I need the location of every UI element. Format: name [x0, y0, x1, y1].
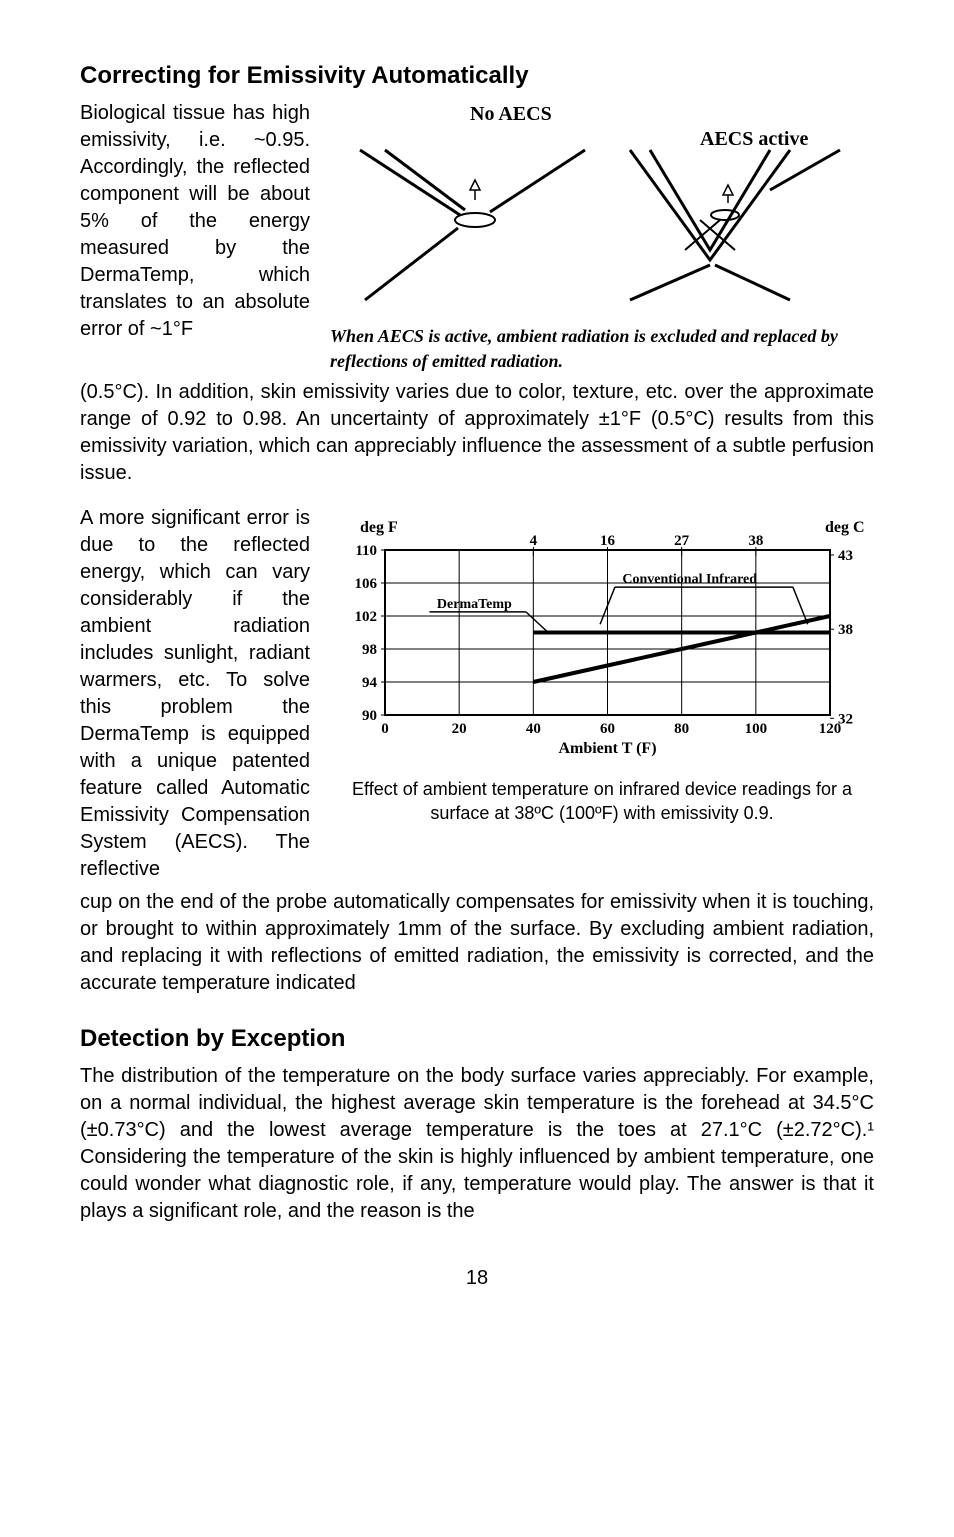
- page-number: 18: [80, 1265, 874, 1292]
- fig-label-aecs: AECS active: [700, 128, 808, 150]
- diagram-no-aecs: [360, 150, 585, 300]
- chart-caption: Effect of ambient temperature on infrare…: [330, 777, 874, 826]
- svg-text:32: 32: [838, 711, 853, 727]
- svg-text:4: 4: [530, 533, 538, 549]
- svg-text:0: 0: [381, 721, 389, 737]
- paragraph-left-1: Biological tissue has high emissivity, i…: [80, 100, 310, 373]
- fig-caption: When AECS is active, ambient radiation i…: [330, 324, 874, 373]
- svg-text:100: 100: [745, 721, 768, 737]
- svg-text:DermaTemp: DermaTemp: [437, 597, 512, 612]
- svg-text:106: 106: [355, 576, 378, 592]
- svg-text:98: 98: [362, 642, 377, 658]
- aecs-figure: No AECS AECS active: [330, 100, 874, 320]
- svg-text:38: 38: [838, 622, 853, 638]
- paragraph-2: (0.5°C). In addition, skin emissivity va…: [80, 379, 874, 487]
- svg-text:20: 20: [452, 721, 467, 737]
- svg-text:90: 90: [362, 708, 377, 724]
- svg-text:38: 38: [748, 533, 763, 549]
- svg-text:Conventional Infrared: Conventional Infrared: [622, 572, 757, 587]
- svg-text:110: 110: [355, 543, 377, 559]
- paragraph-left-2: A more significant error is due to the r…: [80, 505, 310, 883]
- section-heading-2: Detection by Exception: [80, 1023, 874, 1055]
- svg-text:deg F: deg F: [360, 519, 398, 536]
- diagram-aecs-active: [630, 150, 840, 300]
- chart-figure: deg Fdeg C020406080100120909498102106110…: [330, 505, 874, 765]
- svg-text:deg C: deg C: [825, 519, 865, 536]
- svg-text:102: 102: [355, 609, 378, 625]
- svg-text:80: 80: [674, 721, 689, 737]
- svg-text:43: 43: [838, 548, 853, 564]
- svg-text:27: 27: [674, 533, 690, 549]
- svg-text:16: 16: [600, 533, 616, 549]
- svg-text:60: 60: [600, 721, 615, 737]
- paragraph-4: The distribution of the temperature on t…: [80, 1063, 874, 1225]
- svg-text:Ambient T (F): Ambient T (F): [558, 740, 656, 757]
- svg-text:40: 40: [526, 721, 541, 737]
- section-heading: Correcting for Emissivity Automatically: [80, 60, 874, 92]
- svg-text:94: 94: [362, 675, 378, 691]
- fig-label-no-aecs: No AECS: [470, 103, 552, 125]
- paragraph-3: cup on the end of the probe automaticall…: [80, 889, 874, 997]
